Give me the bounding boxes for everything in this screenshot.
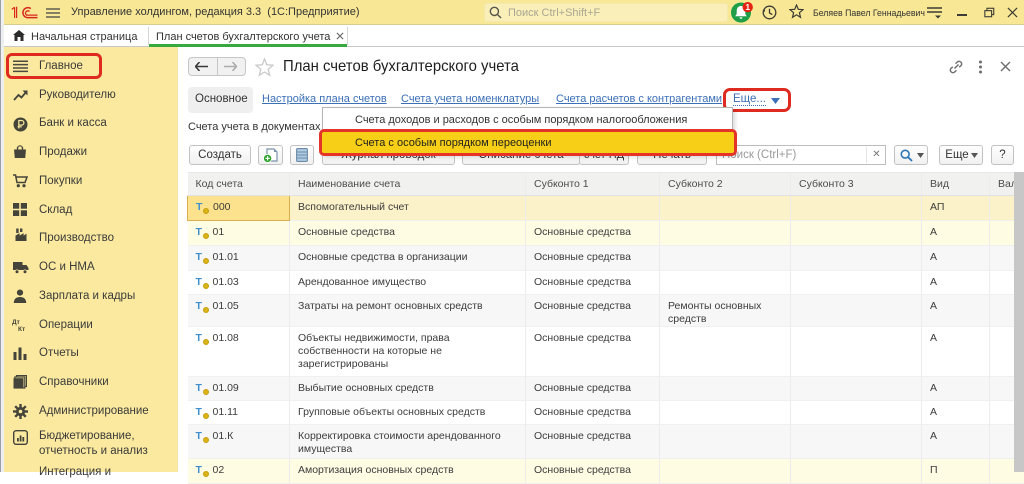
- svg-text:1: 1: [745, 2, 750, 12]
